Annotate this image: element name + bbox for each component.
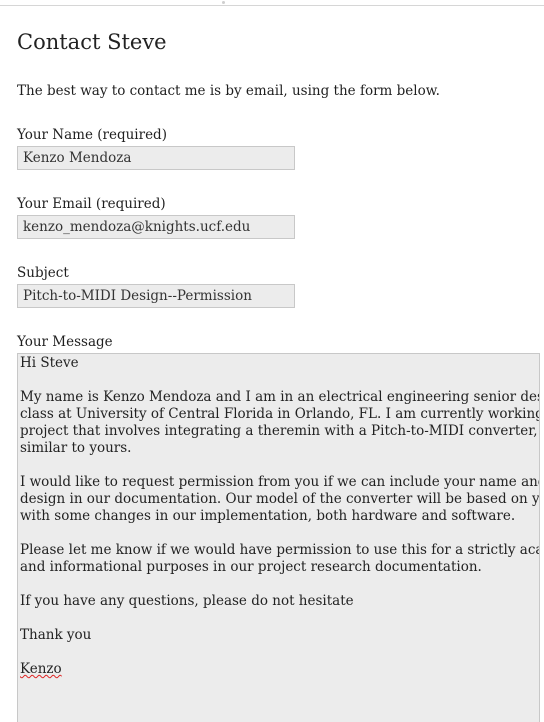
message-textarea[interactable]: Hi Steve My name is Kenzo Mendoza and I … [17, 353, 540, 722]
message-line: I would like to request permission from … [20, 474, 540, 490]
name-field[interactable]: Kenzo Mendoza [17, 146, 295, 170]
contact-page: Contact Steve The best way to contact me… [0, 0, 544, 722]
message-line [20, 525, 537, 542]
message-line: project that involves integrating a ther… [20, 423, 538, 439]
top-divider-marker [222, 1, 225, 4]
email-field[interactable]: kenzo_mendoza@knights.ucf.edu [17, 215, 295, 239]
message-line: My name is Kenzo Mendoza and I am in an … [20, 389, 540, 405]
message-line: If you have any questions, please do not… [20, 593, 354, 609]
message-line [20, 644, 537, 661]
intro-text: The best way to contact me is by email, … [17, 83, 440, 99]
message-line: Thank you [20, 627, 92, 643]
message-line: Please let me know if we would have perm… [20, 542, 540, 558]
subject-field[interactable]: Pitch-to-MIDI Design--Permission [17, 284, 295, 308]
message-line [20, 457, 537, 474]
misspelled-word: Kenzo [20, 661, 62, 677]
page-title: Contact Steve [17, 30, 167, 54]
top-divider [0, 5, 544, 6]
message-label: Your Message [17, 334, 113, 350]
message-line: class at University of Central Florida i… [20, 406, 540, 422]
message-signature: Kenzo [20, 661, 537, 678]
email-label: Your Email (required) [17, 196, 166, 212]
message-line [20, 372, 537, 389]
name-label: Your Name (required) [17, 127, 167, 143]
message-line: and informational purposes in our projec… [20, 559, 482, 575]
message-line: with some changes in our implementation,… [20, 508, 516, 524]
message-line: similar to yours. [20, 440, 132, 456]
message-line: Hi Steve [20, 355, 79, 371]
subject-label: Subject [17, 265, 69, 281]
message-line: design in our documentation. Our model o… [20, 491, 540, 507]
message-line [20, 576, 537, 593]
message-line [20, 610, 537, 627]
